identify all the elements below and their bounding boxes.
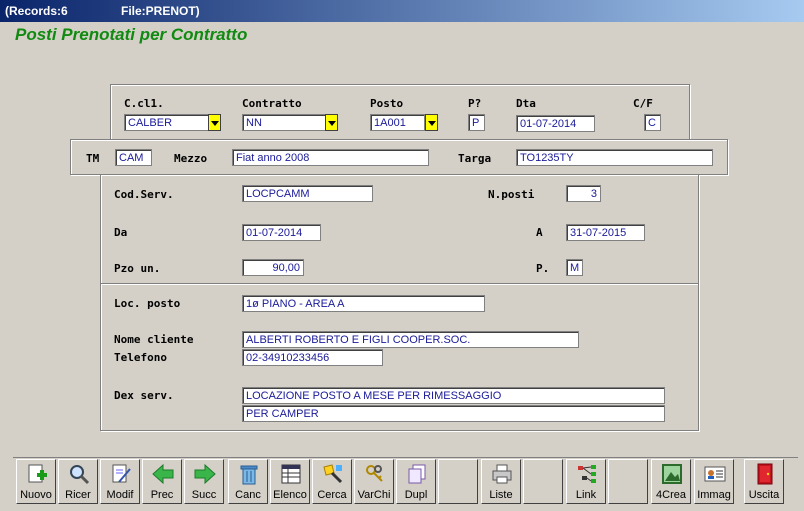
p-label: P. <box>536 262 550 275</box>
crea4-label: 4Crea <box>656 489 686 501</box>
cf-label: C/F <box>633 97 653 110</box>
da-label: Da <box>114 226 128 239</box>
ccli-field[interactable]: CALBER <box>124 114 210 131</box>
contratto-field[interactable]: NN <box>242 114 326 131</box>
modif-button[interactable]: Modif <box>100 459 140 504</box>
trash-icon <box>240 465 258 485</box>
dex-serv-label: Dex serv. <box>114 389 174 402</box>
title-bar: (Records:6 File:PRENOT) <box>0 0 804 22</box>
cf-field[interactable]: C <box>644 114 661 131</box>
ricer-label: Ricer <box>65 489 91 501</box>
pzo-field[interactable]: 90,00 <box>242 259 304 276</box>
canc-button[interactable]: Canc <box>228 459 268 504</box>
crea4-button[interactable]: 4Crea <box>651 459 691 504</box>
liste-button[interactable]: Liste <box>481 459 521 504</box>
nuovo-label: Nuovo <box>20 489 52 501</box>
contratto-label: Contratto <box>242 97 302 110</box>
link-button[interactable]: Link <box>566 459 606 504</box>
cerca-label: Cerca <box>317 489 347 501</box>
link-label: Link <box>575 489 597 501</box>
keys-icon <box>366 465 383 482</box>
elenco-button[interactable]: Elenco <box>270 459 310 504</box>
list-table-icon <box>281 464 301 484</box>
contratto-dropdown-icon[interactable] <box>325 114 338 131</box>
a-label: A <box>536 226 543 239</box>
empty-button-1[interactable] <box>438 459 478 504</box>
p-flag-label: P? <box>468 97 482 110</box>
edit-document-icon <box>112 464 131 483</box>
mezzo-label: Mezzo <box>174 152 208 165</box>
link-tree-icon <box>578 465 596 483</box>
nome-cliente-field[interactable]: ALBERTI ROBERTO E FIGLI COOPER.SOC. <box>242 331 579 348</box>
posto-field[interactable]: 1A001 <box>370 114 425 131</box>
codserv-label: Cod.Serv. <box>114 188 174 201</box>
nposti-label: N.posti <box>488 188 535 201</box>
nome-cliente-label: Nome cliente <box>114 333 194 346</box>
printer-icon <box>492 464 512 484</box>
file-name: File:PRENOT) <box>121 4 200 18</box>
flashlight-icon <box>323 464 343 484</box>
records-count: (Records:6 <box>5 4 68 18</box>
locposto-label: Loc. posto <box>114 297 181 310</box>
immag-label: Immag <box>697 489 731 501</box>
posto-label: Posto <box>370 97 404 110</box>
prec-button[interactable]: Prec <box>142 459 182 504</box>
uscita-button[interactable]: Uscita <box>744 459 784 504</box>
p-field[interactable]: M <box>566 259 583 276</box>
prec-label: Prec <box>150 489 174 501</box>
da-field[interactable]: 01-07-2014 <box>242 224 321 241</box>
uscita-label: Uscita <box>748 489 780 501</box>
nposti-field[interactable]: 3 <box>566 185 601 202</box>
a-field[interactable]: 31-07-2015 <box>566 224 645 241</box>
dta-field[interactable]: 01-07-2014 <box>516 115 595 132</box>
empty-button-3[interactable] <box>608 459 648 504</box>
telefono-field[interactable]: 02-34910233456 <box>242 349 383 366</box>
succ-label: Succ <box>191 489 217 501</box>
tm-label: TM <box>86 152 100 165</box>
dta-label: Dta <box>516 97 536 110</box>
dupl-label: Dupl <box>404 489 428 501</box>
magnifier-icon <box>70 465 90 485</box>
locposto-field[interactable]: 1ø PIANO - AREA A <box>242 295 485 312</box>
modif-label: Modif <box>106 489 134 501</box>
page-title: Posti Prenotati per Contratto <box>15 25 248 44</box>
arrow-right-icon <box>194 463 216 485</box>
codserv-field[interactable]: LOCPCAMM <box>242 185 373 202</box>
new-document-icon <box>28 464 47 483</box>
telefono-label: Telefono <box>114 351 167 364</box>
ccli-label: C.cl1. <box>124 97 164 110</box>
ccli-dropdown-icon[interactable] <box>208 114 221 131</box>
dex-serv-field-2[interactable]: PER CAMPER <box>242 405 665 422</box>
dex-serv-field-1[interactable]: LOCAZIONE POSTO A MESE PER RIMESSAGGIO <box>242 387 665 404</box>
posto-dropdown-icon[interactable] <box>425 114 438 131</box>
pzo-label: Pzo un. <box>114 262 161 275</box>
p-flag-field[interactable]: P <box>468 114 485 131</box>
targa-field[interactable]: TO1235TY <box>516 149 713 166</box>
exit-door-icon <box>757 463 773 485</box>
liste-label: Liste <box>489 489 513 501</box>
elenco-label: Elenco <box>273 489 307 501</box>
id-card-icon <box>704 466 726 482</box>
nuovo-button[interactable]: Nuovo <box>16 459 56 504</box>
arrow-left-icon <box>152 463 174 485</box>
succ-button[interactable]: Succ <box>184 459 224 504</box>
cerca-button[interactable]: Cerca <box>312 459 352 504</box>
immag-button[interactable]: Immag <box>694 459 734 504</box>
targa-label: Targa <box>458 152 492 165</box>
canc-label: Canc <box>235 489 261 501</box>
ricer-button[interactable]: Ricer <box>58 459 98 504</box>
dupl-button[interactable]: Dupl <box>396 459 436 504</box>
header-panel <box>110 84 690 140</box>
varchi-button[interactable]: VarChi <box>354 459 394 504</box>
duplicate-icon <box>408 464 426 484</box>
tm-field[interactable]: CAM <box>115 149 152 166</box>
mezzo-field[interactable]: Fiat anno 2008 <box>232 149 429 166</box>
varchi-label: VarChi <box>357 489 391 501</box>
empty-button-2[interactable] <box>523 459 563 504</box>
picture-frame-icon <box>662 464 682 484</box>
